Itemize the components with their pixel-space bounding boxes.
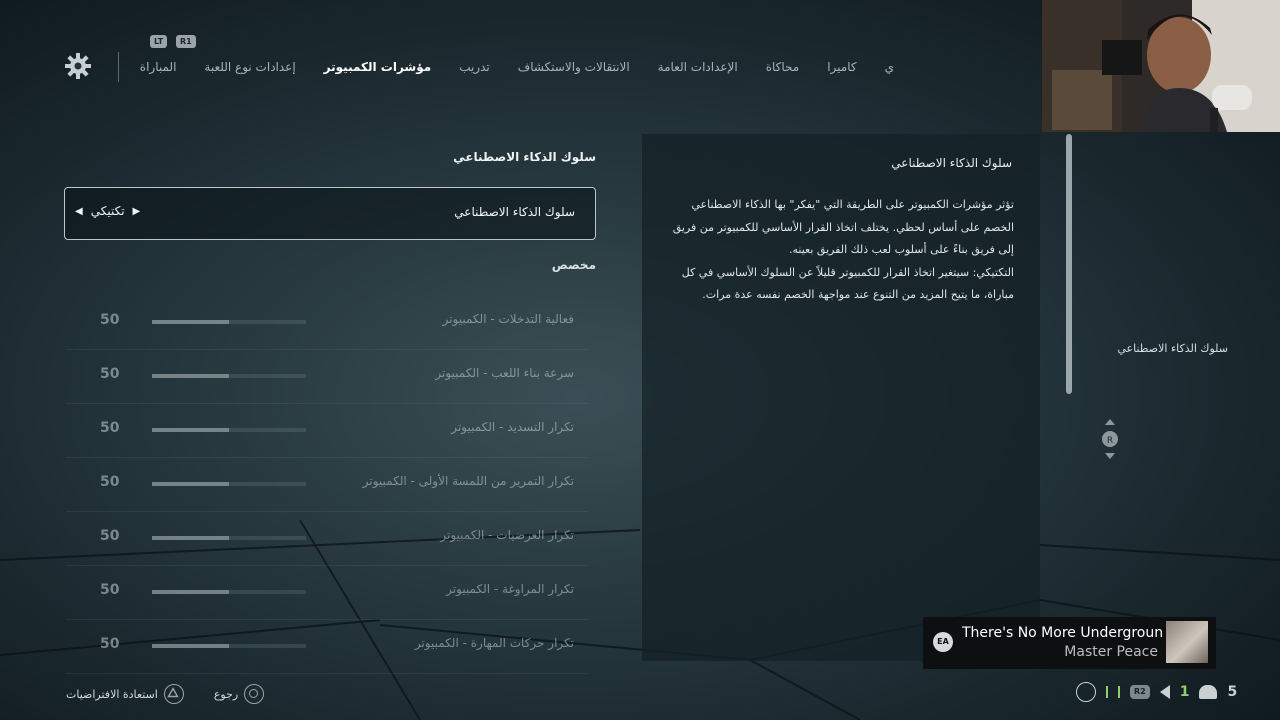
- webcam-image: [1042, 0, 1280, 132]
- slider-track[interactable]: [152, 644, 306, 648]
- slider-value: 50: [100, 366, 120, 382]
- slider-value: 50: [100, 528, 120, 544]
- slider-fill: [152, 482, 229, 486]
- slider-row[interactable]: سرعة بناء اللعب - الكمبيوتر 50: [66, 350, 588, 404]
- tab-6[interactable]: مؤشرات الكمبيوتر: [324, 60, 432, 74]
- description-paragraph-1: تؤثر مؤشرات الكمبيوتر على الطريقة التي "…: [672, 198, 1014, 256]
- slider-fill: [152, 590, 229, 594]
- description-panel: سلوك الذكاء الاصطناعي تؤثر مؤشرات الكمبي…: [642, 134, 1040, 661]
- description-title: سلوك الذكاء الاصطناعي: [891, 156, 1012, 170]
- tab-8[interactable]: المباراة: [140, 60, 177, 74]
- tab-2[interactable]: محاكاة: [766, 60, 800, 74]
- tab-5[interactable]: تدريب: [459, 60, 490, 74]
- ea-logo-icon: EA: [933, 632, 953, 652]
- slider-track[interactable]: [152, 590, 306, 594]
- right-stick-icon: R: [1102, 419, 1118, 459]
- slider-track[interactable]: [152, 482, 306, 486]
- slider-fill: [152, 428, 229, 432]
- slider-track[interactable]: [152, 320, 306, 324]
- slider-fill: [152, 374, 229, 378]
- side-preview-label: سلوك الذكاء الاصطناعي: [1117, 342, 1228, 355]
- slider-label: فعالية التدخلات - الكمبيوتر: [442, 312, 574, 326]
- slider-row[interactable]: تكرار العرضيات - الكمبيوتر 50: [66, 512, 588, 566]
- slider-value: 50: [100, 420, 120, 436]
- selector-label: سلوك الذكاء الاصطناعي: [454, 205, 575, 219]
- slider-row[interactable]: تكرار التمرير من اللمسة الأولى - الكمبيو…: [66, 458, 588, 512]
- back-label: رجوع: [213, 687, 239, 701]
- custom-heading: مخصص: [551, 258, 596, 272]
- section-title: سلوك الذكاء الاصطناعي: [453, 150, 596, 164]
- slider-label: تكرار المراوغة - الكمبيوتر: [446, 582, 574, 596]
- slider-value: 50: [100, 474, 120, 490]
- slider-row[interactable]: تكرار التسديد - الكمبيوتر 50: [66, 404, 588, 458]
- description-body: تؤثر مؤشرات الكمبيوتر على الطريقة التي "…: [669, 194, 1014, 307]
- slider-row[interactable]: تكرار حركات المهارة - الكمبيوتر 50: [66, 620, 588, 674]
- slider-row[interactable]: تكرار المراوغة - الكمبيوتر 50: [66, 566, 588, 620]
- slider-row[interactable]: فعالية التدخلات - الكمبيوتر 50: [66, 296, 588, 350]
- tab-1[interactable]: كاميرا: [827, 60, 856, 74]
- slider-value: 50: [100, 636, 120, 652]
- tab-3[interactable]: الإعدادات العامة: [658, 60, 738, 74]
- voice-icon: [1159, 685, 1170, 699]
- r2-button-icon: R2: [1130, 685, 1150, 699]
- tab-0[interactable]: ي: [885, 60, 894, 74]
- album-art: [1166, 621, 1208, 663]
- footer-hints: رجوع استعادة الافتراضيات: [66, 684, 265, 704]
- ea-status-icon: [1076, 682, 1096, 702]
- slider-label: تكرار حركات المهارة - الكمبيوتر: [414, 636, 574, 650]
- slider-track[interactable]: [152, 428, 306, 432]
- triangle-button-icon: [163, 684, 184, 704]
- description-scrollbar[interactable]: [1066, 134, 1072, 394]
- arrow-right-icon[interactable]: ▶: [133, 206, 141, 217]
- status-bar: R2 1 5: [1076, 682, 1237, 702]
- selector-value-group: ◀ تكتيكي ▶: [75, 204, 140, 218]
- slider-fill: [152, 644, 229, 648]
- settings-tabs: ي كاميرا محاكاة الإعدادات العامة الانتقالات …: [140, 60, 894, 74]
- description-paragraph-2: التكتيكي: سيتغير اتخاذ القرار للكمبيوتر …: [681, 265, 1014, 302]
- slider-value: 50: [100, 582, 120, 598]
- signal-bars-icon: [1106, 686, 1120, 698]
- back-hint[interactable]: رجوع: [213, 684, 265, 704]
- circle-button-icon: [244, 684, 265, 704]
- friends-icon: [1199, 685, 1218, 699]
- restore-defaults-label: استعادة الافتراضيات: [66, 687, 158, 701]
- slider-fill: [152, 536, 229, 540]
- r1-bumper-icon[interactable]: R1: [176, 35, 196, 48]
- slider-label: تكرار العرضيات - الكمبيوتر: [440, 528, 574, 542]
- slider-fill: [152, 320, 229, 324]
- slider-list: فعالية التدخلات - الكمبيوتر 50 سرعة بناء ا…: [66, 296, 588, 674]
- slider-label: تكرار التمرير من اللمسة الأولى - الكمبيو…: [362, 474, 574, 488]
- webcam-overlay: [1042, 0, 1280, 132]
- rstick-letter: R: [1107, 436, 1113, 446]
- slider-track[interactable]: [152, 536, 306, 540]
- party-count: 1: [1179, 684, 1190, 700]
- song-title: There's No More Underground: [962, 625, 1162, 641]
- tab-7[interactable]: إعدادات نوع اللعبة: [204, 60, 295, 74]
- slider-value: 50: [100, 312, 120, 328]
- lt-bumper-icon[interactable]: LT: [150, 35, 168, 48]
- ai-behavior-selector[interactable]: سلوك الذكاء الاصطناعي ◀ تكتيكي ▶: [64, 187, 596, 240]
- slider-track[interactable]: [152, 374, 306, 378]
- selector-value: تكتيكي: [90, 204, 125, 218]
- friends-online-count: 5: [1227, 684, 1238, 700]
- restore-defaults-hint[interactable]: استعادة الافتراضيات: [66, 684, 184, 704]
- now-playing-toast: EA There's No More Underground Master Pe…: [923, 617, 1216, 669]
- song-artist: Master Peace: [1064, 644, 1158, 660]
- settings-gear-icon[interactable]: [64, 52, 92, 80]
- header-divider: [118, 52, 119, 82]
- slider-label: تكرار التسديد - الكمبيوتر: [451, 420, 574, 434]
- slider-label: سرعة بناء اللعب - الكمبيوتر: [435, 366, 574, 380]
- arrow-left-icon[interactable]: ◀: [75, 206, 83, 217]
- tab-4[interactable]: الانتقالات والاستكشاف: [518, 60, 630, 74]
